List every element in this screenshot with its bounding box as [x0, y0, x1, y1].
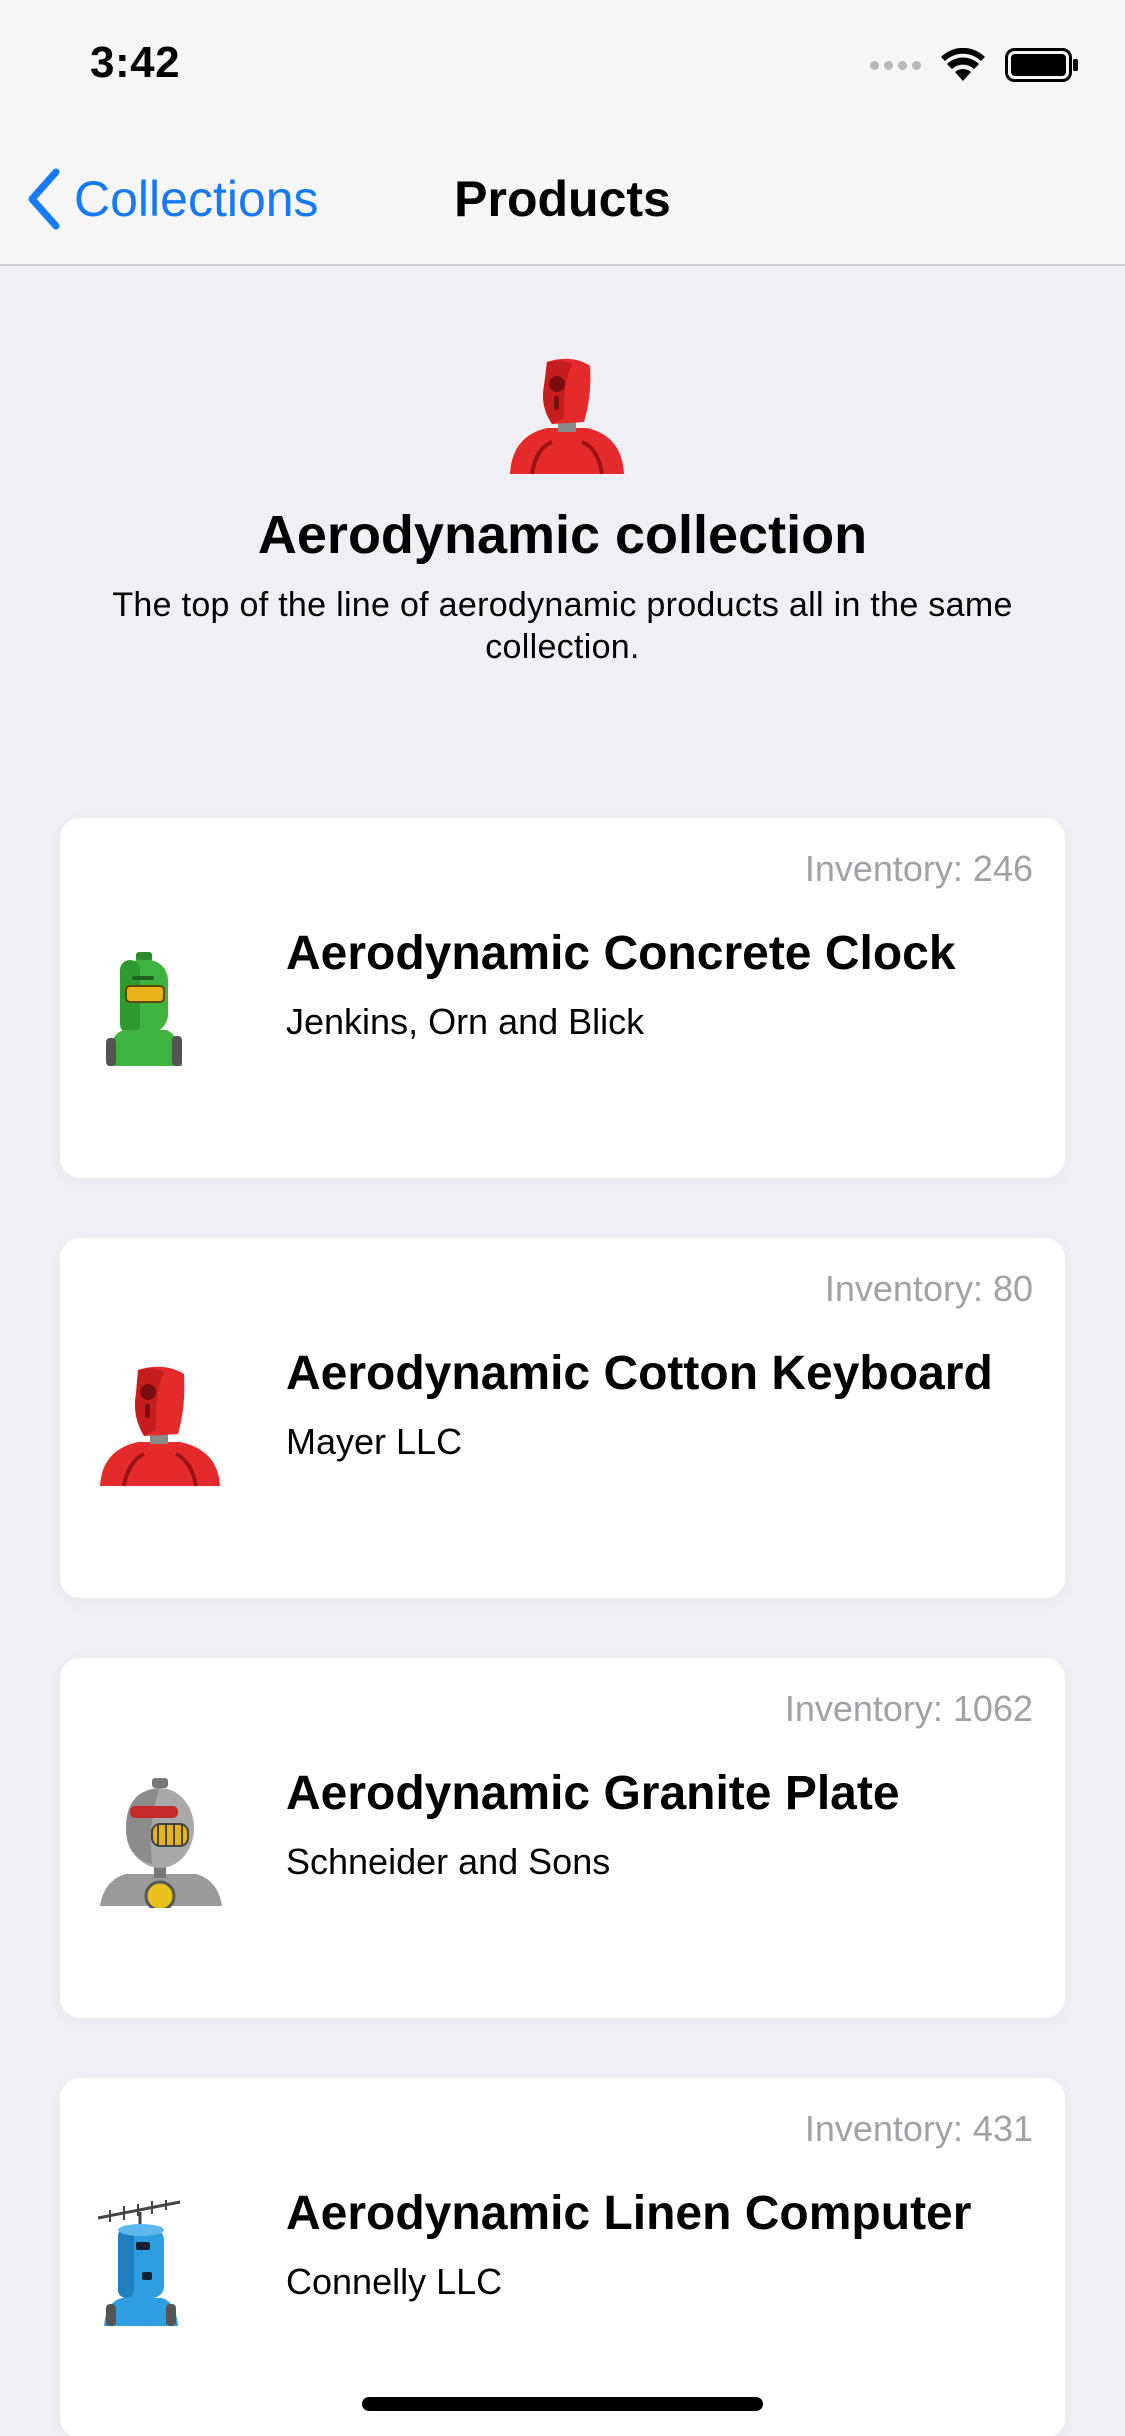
- status-time: 3:42: [90, 38, 181, 87]
- status-bar: 3:42: [0, 0, 1125, 132]
- product-title: Aerodynamic Concrete Clock: [286, 927, 956, 980]
- red-robot-image: [510, 358, 624, 475]
- green-robot-image: [106, 952, 182, 1066]
- product-vendor: Mayer LLC: [286, 1421, 463, 1462]
- grey-robot-image: [100, 1778, 222, 1908]
- wifi-icon: [941, 48, 985, 81]
- blue-robot-image: [97, 2200, 181, 2326]
- inventory-label: Inventory: 431: [804, 2108, 1033, 2149]
- cellular-signal-icon: [870, 60, 921, 70]
- product-title: Aerodynamic Granite Plate: [286, 1767, 900, 1820]
- product-title: Aerodynamic Linen Computer: [286, 2187, 972, 2240]
- status-icons: [870, 48, 1079, 82]
- product-card[interactable]: Inventory: 246 Aerodynamic Concrete Cloc…: [60, 818, 1065, 1178]
- product-vendor: Jenkins, Orn and Blick: [286, 1001, 645, 1042]
- product-vendor: Schneider and Sons: [286, 1841, 611, 1882]
- collection-title: Aerodynamic collection: [257, 505, 868, 565]
- red-robot-image: [100, 1366, 220, 1487]
- battery-icon: [1005, 48, 1078, 82]
- page-title: Products: [454, 171, 671, 227]
- inventory-label: Inventory: 80: [824, 1268, 1033, 1309]
- product-vendor: Connelly LLC: [286, 2261, 503, 2302]
- collection-description: The top of the line of aerodynamic produ…: [112, 586, 1013, 666]
- product-title: Aerodynamic Cotton Keyboard: [286, 1347, 993, 1400]
- navigation-bar: Collections Products: [0, 132, 1125, 266]
- products-screen: 3:42 Collections Products Aerodynamic co…: [0, 0, 1125, 2436]
- product-card[interactable]: Inventory: 431 Aerodynamic Linen Compute…: [60, 2078, 1065, 2436]
- collection-header: Aerodynamic collection The top of the li…: [0, 264, 1125, 764]
- inventory-label: Inventory: 1062: [784, 1688, 1033, 1729]
- product-card[interactable]: Inventory: 80 Aerodynamic Cotton Keyboar…: [60, 1238, 1065, 1598]
- home-indicator[interactable]: [362, 2397, 763, 2411]
- product-card[interactable]: Inventory: 1062 Aerodynamic Granite Plat…: [60, 1658, 1065, 2018]
- inventory-label: Inventory: 246: [804, 848, 1033, 889]
